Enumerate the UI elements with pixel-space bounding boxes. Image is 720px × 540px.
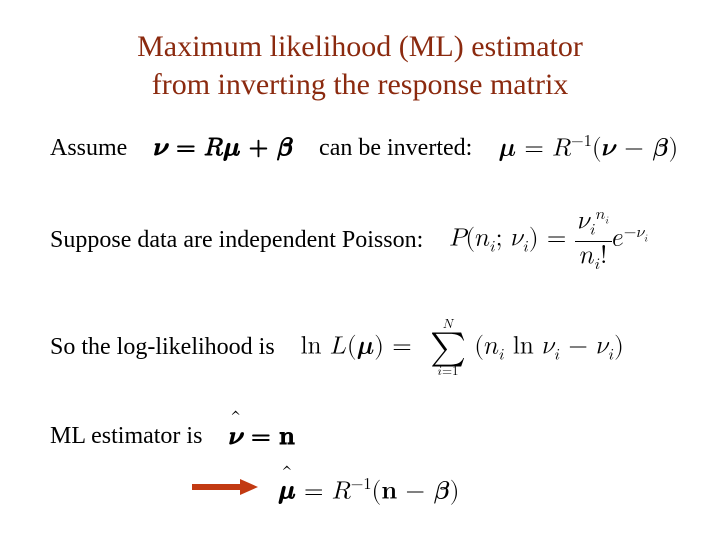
title-line1: Maximum likelihood (ML) estimator	[137, 30, 583, 63]
ml-estimator-text: ML estimator is	[50, 423, 202, 450]
eq-mu-inverse: 𝝁 = 𝑅−1(𝝂 − 𝜷)	[498, 133, 678, 163]
eq-poisson: 𝑃(𝑛𝑖; 𝜈𝑖) = 𝜈𝑖𝑛𝑖 𝑛𝑖! 𝑒−𝜈𝑖	[449, 207, 648, 273]
assume-text: Assume	[50, 135, 127, 162]
line-ml-nu: ML estimator is 𝝂 = 𝐧	[50, 422, 670, 452]
line-poisson: Suppose data are independent Poisson: 𝑃(…	[50, 207, 670, 273]
slide-title: Maximum likelihood (ML) estimator from i…	[50, 28, 670, 103]
eq-nu-hat: 𝝂 = 𝐧	[228, 422, 294, 452]
line-loglik: So the log-likelihood is ln 𝐿(𝝁) = 𝑁 ∑ 𝑖…	[50, 318, 670, 378]
eq-mu-hat: 𝝁 = 𝑅−1(𝐧 − 𝜷)	[278, 476, 460, 506]
loglik-text: So the log-likelihood is	[50, 334, 275, 361]
line-assume: Assume 𝝂 = 𝑅𝝁 + 𝜷 can be inverted: 𝝁 = 𝑅…	[50, 133, 670, 163]
can-be-inverted: can be inverted:	[319, 135, 472, 162]
eq-loglik: ln 𝐿(𝝁) = 𝑁 ∑ 𝑖=1 (𝑛𝑖 ln 𝜈𝑖 − 𝜈𝑖)	[301, 318, 624, 378]
poisson-fraction: 𝜈𝑖𝑛𝑖 𝑛𝑖!	[575, 207, 612, 273]
arrow-icon	[190, 477, 260, 504]
eq-nu-rmu-beta: 𝝂 = 𝑅𝝁 + 𝜷	[153, 133, 293, 163]
line-ml-mu: 𝝁 = 𝑅−1(𝐧 − 𝜷)	[190, 476, 670, 506]
poisson-text: Suppose data are independent Poisson:	[50, 227, 423, 254]
title-line2: from inverting the response matrix	[152, 68, 569, 101]
summation-icon: 𝑁 ∑ 𝑖=1	[430, 318, 466, 378]
